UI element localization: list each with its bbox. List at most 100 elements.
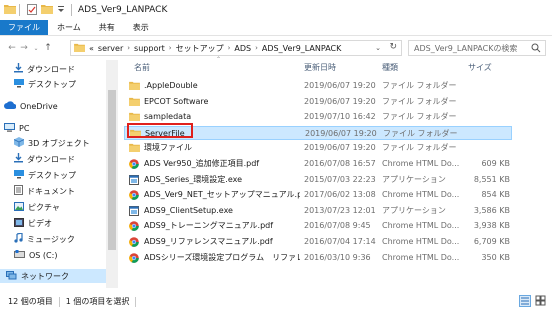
nav-item-label: 3D オブジェクト [28,138,90,148]
separator [71,4,72,16]
column-header-type[interactable]: 種類 [382,62,398,76]
nav-item-label: ダウンロード [27,154,75,164]
nav-item-music[interactable]: ミュージック [14,232,75,246]
file-name: .AppleDouble [144,81,198,90]
breadcrumb-chevron-icon[interactable]: › [169,44,172,52]
file-row[interactable]: 環境ファイル 2019/06/07 19:20 ファイル フォルダー [124,141,512,155]
file-name: ADS_Series_環境設定.exe [144,174,243,184]
nav-item-downloads-pc[interactable]: ダウンロード [14,152,75,166]
breadcrumb-chevron-icon[interactable]: › [228,44,231,52]
search-box[interactable]: ADS_Ver9_LANPACKの検索 [408,40,546,56]
nav-item-downloads[interactable]: ダウンロード [14,62,75,76]
nav-item-label: ピクチャ [28,202,60,212]
details-view-icon [521,297,529,305]
annotation-highlight-box [127,123,193,138]
column-header-date[interactable]: 更新日時 [304,62,336,76]
file-row[interactable]: ADS9_トレーニングマニュアル.pdf 2016/07/08 9:45 Chrom… [124,219,512,233]
file-size [467,127,511,141]
customize-toolbar-icon[interactable] [57,5,65,15]
nav-item-label: OS (C:) [29,250,58,260]
chrome-icon [129,252,139,265]
file-modified: 2016/07/04 17:14 [304,237,376,246]
file-modified: 2017/06/02 13:08 [304,190,376,200]
breadcrumb-chevron-icon[interactable]: › [255,44,258,52]
breadcrumb-server[interactable]: server [98,44,123,53]
nav-item-desktop[interactable]: デスクトップ [14,77,76,91]
tab-share[interactable]: 共有 [90,20,124,35]
chrome-icon [129,159,139,171]
breadcrumb-overflow[interactable]: « [89,44,94,53]
nav-item-videos[interactable]: ビデオ [14,216,52,230]
nav-item-3d-objects[interactable]: 3D オブジェクト [13,136,90,150]
recent-locations-chevron-icon[interactable]: ⌄ [30,41,42,55]
breadcrumb-support[interactable]: support [134,44,165,53]
file-name: EPCOT Software [144,96,209,106]
new-folder-icon[interactable] [41,4,53,16]
file-row[interactable]: ADS_Series_環境設定.exe 2015/07/03 22:23 アプリケー… [124,173,512,187]
cube-icon [13,137,25,149]
file-row[interactable]: EPCOT Software 2019/06/07 19:20 ファイル フォルダー [124,95,512,109]
folder-icon [129,143,140,154]
file-size [466,95,510,109]
file-size: 3,586 KB [473,205,510,215]
file-row[interactable]: ADS_Ver9_NET_セットアップマニュアル.pdf 2017/06/02 1… [124,188,512,202]
file-row[interactable]: ADS9_ClientSetup.exe 2013/07/23 12:01 アプリケ… [124,204,512,218]
navigation-bar: ← → ⌄ ↑ « server › support › セットアップ › AD… [0,37,552,59]
picture-icon [14,201,24,213]
forward-arrow-icon[interactable]: → [18,41,30,55]
file-size: 3,938 KB [473,221,510,231]
address-bar[interactable]: « server › support › セットアップ › ADS › ADS_… [70,40,402,56]
nav-scrollbar[interactable] [106,60,118,288]
tab-home[interactable]: ホーム [48,20,90,35]
up-arrow-icon[interactable]: ↑ [42,41,54,55]
file-modified: 2015/07/03 22:23 [304,174,376,184]
folder-icon [74,43,85,54]
file-modified: 2019/07/10 16:42 [304,112,376,122]
tab-view[interactable]: 表示 [124,20,158,35]
nav-item-label: PC [19,123,30,133]
cloud-icon [4,101,17,111]
file-row[interactable]: ADS9_リファレンスマニュアル.pdf 2016/07/04 17:14 Chro… [124,235,512,249]
file-row[interactable]: ADS Ver950_追加修正項目.pdf 2016/07/08 16:57 Chr… [124,157,512,171]
column-header-size[interactable]: サイズ [468,62,492,76]
file-type: Chrome HTML Do... [382,252,460,262]
file-name: ADS_Ver9_NET_セットアップマニュアル.pdf [144,190,300,200]
breadcrumb-chevron-icon[interactable]: › [127,44,130,52]
nav-scrollbar-thumb[interactable] [108,90,116,250]
file-row[interactable]: .AppleDouble 2019/06/07 19:20 ファイル フォルダー [124,79,512,93]
file-row[interactable]: ADSシリーズ環境設定プログラム リファレンス... 2016/03/10 9:3… [124,251,512,265]
column-header-name[interactable]: 名前 [134,62,150,76]
nav-item-pc[interactable]: PC [4,121,29,135]
nav-item-label: デスクトップ [28,79,76,89]
file-size: 609 KB [481,159,510,168]
tab-file[interactable]: ファイル [0,20,48,35]
file-modified: 2016/03/10 9:36 [304,252,371,262]
nav-item-documents[interactable]: ドキュメント [14,184,75,198]
nav-item-desktop-pc[interactable]: デスクトップ [14,168,76,182]
file-name: ADSシリーズ環境設定プログラム リファレンス... [144,252,300,262]
refresh-icon[interactable]: ↻ [389,42,397,52]
nav-item-network[interactable]: ネットワーク [0,269,106,283]
nav-item-label: ミュージック [27,234,75,244]
file-name: ADS Ver950_追加修正項目.pdf [144,159,260,168]
breadcrumb-setup[interactable]: セットアップ [176,43,224,54]
properties-icon[interactable] [27,3,37,17]
folder-icon [129,112,140,123]
file-modified: 2019/06/07 19:20 [304,81,376,90]
pc-icon [4,122,15,134]
nav-item-pictures[interactable]: ピクチャ [14,200,60,214]
file-type: Chrome HTML Do... [382,190,460,200]
address-history-chevron-icon[interactable]: ⌄ [375,44,381,52]
network-icon [6,270,17,282]
file-size [466,141,510,155]
back-arrow-icon[interactable]: ← [6,41,18,55]
file-modified: 2019/06/07 19:20 [305,128,377,138]
nav-item-os-drive[interactable]: OS (C:) [14,248,57,262]
search-icon [531,43,541,55]
nav-item-onedrive[interactable]: OneDrive [4,99,58,113]
details-view-button[interactable] [519,295,531,307]
large-icons-view-button[interactable] [535,295,547,307]
breadcrumb-current[interactable]: ADS_Ver9_LANPACK [262,44,341,53]
breadcrumb-ads[interactable]: ADS [234,44,251,53]
video-icon [14,217,24,229]
